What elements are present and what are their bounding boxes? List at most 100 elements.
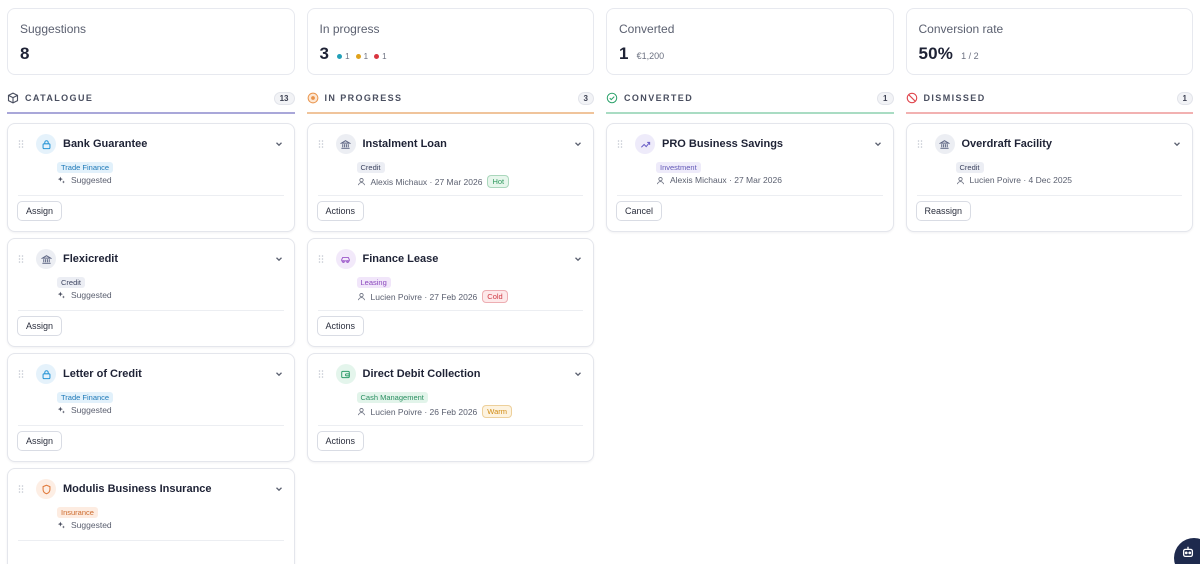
reassign-button[interactable]: Reassign [915,201,972,221]
product-card[interactable]: Direct Debit Collection Cash Management Lu… [306,353,594,462]
tag-row: Credit [356,157,385,175]
stat-card: In progress 3 1 1 1 [306,8,594,75]
drag-handle-icon[interactable] [318,139,328,149]
bank-icon [934,134,955,154]
card-title: Direct Debit Collection [362,368,481,380]
card-header: Bank Guarantee [18,134,284,154]
actions-button[interactable]: Actions [316,316,365,336]
stat-label: In progress [319,22,380,36]
chevron-down-icon[interactable] [573,139,583,149]
box-icon [7,92,19,104]
drag-handle-icon[interactable] [18,254,28,264]
user-icon [357,292,366,301]
meta-row: Suggested [57,405,112,415]
product-card[interactable]: Letter of Credit Trade Finance Suggested As… [7,353,295,462]
stat-label: Suggestions [20,22,87,36]
category-tag: Trade Finance [57,392,114,403]
drag-handle-icon[interactable] [318,254,328,264]
stat-label: Converted [619,22,675,36]
status-dot: 1 [337,52,350,61]
stat-row: 50% 1 / 2 [919,44,1181,64]
actions-button[interactable]: Actions [316,201,365,221]
column-title: IN PROGRESS [324,93,403,103]
chevron-down-icon[interactable] [573,369,583,379]
meta-row: Suggested [57,175,112,185]
card-list: Overdraft Facility Credit Lucien Poivre · … [905,123,1193,232]
product-card[interactable]: Bank Guarantee Trade Finance Suggested Assi… [7,123,295,232]
category-tag: Investment [656,162,701,173]
meta-row: Suggested [57,290,112,300]
category-tag: Credit [356,162,385,173]
card-header: Letter of Credit [18,364,284,384]
cancel-button[interactable]: Cancel [616,201,663,221]
column-header: CONVERTED 1 [606,91,894,114]
user-icon [956,176,965,185]
card-title: PRO Business Savings [662,138,784,150]
stat-card: Suggestions 8 [7,8,295,75]
lock-icon [36,364,56,384]
product-card[interactable]: Finance Lease Leasing Lucien Poivre · 27 F… [306,238,594,347]
assign-button[interactable]: Assign [17,316,63,336]
user-icon [357,407,366,416]
status-dot: 1 [355,52,368,61]
meta-row: Lucien Poivre · 26 Feb 2026 Warm [357,405,513,418]
dot-count: 1 [382,52,387,61]
category-tag: Cash Management [356,392,428,403]
card-header: Direct Debit Collection [318,364,584,384]
meta-text: Lucien Poivre · 4 Dec 2025 [969,175,1073,185]
chevron-down-icon[interactable] [573,254,583,264]
assign-button[interactable]: Assign [17,431,63,451]
tag-row: Investment [656,157,701,175]
product-card[interactable]: Instalment Loan Credit Alexis Michaux · 27… [306,123,594,232]
chevron-down-icon[interactable] [274,254,284,264]
status-dot: 1 [374,52,387,61]
product-card[interactable]: PRO Business Savings Investment Alexis Mic… [606,123,894,232]
sparkle-icon [57,176,66,185]
stat-sub: €1,200 [636,51,665,61]
chevron-down-icon[interactable] [274,369,284,379]
card-title: Finance Lease [362,253,439,265]
column-catalogue: CATALOGUE 13 Bank Guarantee Trade Finance Su… [7,91,295,564]
column-count: 3 [577,91,594,105]
drag-handle-icon[interactable] [917,139,927,149]
card-divider [916,195,1182,196]
card-divider [317,310,583,311]
status-dots: 1 1 1 [337,52,387,61]
drag-handle-icon[interactable] [18,369,28,379]
column-count: 13 [273,91,295,105]
card-title: Letter of Credit [63,368,142,380]
column-in-progress: IN PROGRESS 3 Instalment Loan Credit Alexis … [306,91,594,564]
card-divider [18,310,284,311]
tag-row: Leasing [356,272,391,290]
actions-button[interactable]: Actions [316,431,365,451]
temperature-badge: Hot [487,175,510,188]
ban-icon [906,92,918,104]
kanban-board: CATALOGUE 13 Bank Guarantee Trade Finance Su… [7,91,1193,564]
sparkle-icon [57,406,66,415]
chevron-down-icon[interactable] [873,139,883,149]
tag-row: Trade Finance [57,387,114,405]
stat-sub: 1 / 2 [961,51,979,61]
column-count: 1 [1176,91,1193,105]
check-circle-icon [606,92,618,104]
assign-button[interactable]: Assign [17,201,63,221]
card-header: Finance Lease [318,249,584,269]
bank-icon [36,249,56,269]
product-card[interactable]: Overdraft Facility Credit Lucien Poivre · … [905,123,1193,232]
drag-handle-icon[interactable] [318,369,328,379]
chevron-down-icon[interactable] [1172,139,1182,149]
drag-handle-icon[interactable] [18,139,28,149]
chevron-down-icon[interactable] [274,484,284,494]
column-header: IN PROGRESS 3 [306,91,594,114]
tag-row: Cash Management [356,387,428,405]
product-card[interactable]: Flexicredit Credit Suggested Assign [7,238,295,347]
user-icon [656,176,665,185]
chevron-down-icon[interactable] [274,139,284,149]
drag-handle-icon[interactable] [617,139,627,149]
meta-text: Suggested [71,290,112,300]
product-card[interactable]: Modulis Business Insurance Insurance Sugge… [7,468,295,564]
stat-row: 8 [20,44,282,64]
drag-handle-icon[interactable] [18,484,28,494]
lock-icon [36,134,56,154]
tag-row: Trade Finance [57,157,114,175]
